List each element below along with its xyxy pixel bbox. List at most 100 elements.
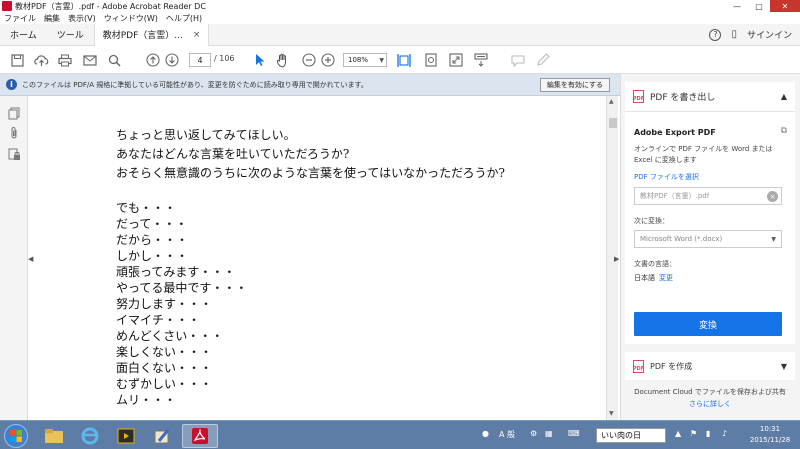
minimize-button[interactable]: —: [726, 0, 748, 12]
tab-tools[interactable]: ツール: [47, 24, 94, 46]
media-player-taskbar-icon[interactable]: [108, 424, 144, 448]
pdf-file-icon: PDF: [633, 90, 644, 103]
chevron-down-icon: ▼: [771, 235, 776, 243]
chevron-down-icon[interactable]: ▼: [781, 362, 787, 371]
scroll-up-icon[interactable]: ▲: [609, 98, 614, 105]
previous-page-icon[interactable]: [145, 52, 161, 68]
document-text-line: 楽しくない・・・: [116, 345, 213, 359]
acrobat-taskbar-icon[interactable]: [182, 424, 218, 448]
zoom-level-value: 108%: [348, 56, 369, 64]
signin-link[interactable]: サインイン: [747, 28, 792, 41]
maximize-button[interactable]: □: [748, 0, 770, 12]
ime-settings-icon[interactable]: ⚙: [530, 429, 537, 438]
rotate-page-icon[interactable]: [423, 52, 439, 68]
select-cursor-icon[interactable]: [252, 52, 268, 68]
enable-editing-button[interactable]: 編集を有効にする: [539, 78, 610, 92]
system-clock[interactable]: 10:31 2015/11/28: [745, 424, 795, 446]
document-text-line: おそらく無意識のうちに次のような言葉を使ってはいなかっただろうか?: [116, 166, 505, 180]
help-icon[interactable]: ?: [709, 28, 722, 41]
tab-document[interactable]: 教材PDF（言霊）... ×: [93, 23, 210, 46]
save-icon[interactable]: [9, 52, 25, 68]
windows-start-icon[interactable]: [4, 424, 28, 448]
security-lock-icon[interactable]: [7, 148, 21, 162]
search-icon[interactable]: [106, 52, 122, 68]
convert-button[interactable]: 変換: [634, 312, 782, 336]
document-text-line: でも・・・: [116, 201, 177, 215]
pdf-create-icon: PDF: [633, 359, 644, 373]
scroll-down-icon[interactable]: ▼: [609, 410, 614, 417]
document-text-line: ちょっと思い返してみてほしい。: [116, 128, 296, 142]
select-pdf-file-link[interactable]: PDF ファイルを選択: [634, 172, 699, 182]
show-hidden-icons[interactable]: ▲: [675, 429, 681, 438]
network-icon[interactable]: ▮: [706, 429, 710, 438]
convert-to-label: 次に変換：: [634, 217, 669, 225]
internet-explorer-taskbar-icon[interactable]: [72, 424, 108, 448]
page-number-input[interactable]: 4: [189, 53, 211, 67]
document-language-value: 日本語: [634, 274, 655, 282]
upload-cloud-icon[interactable]: [33, 52, 49, 68]
explorer-taskbar-icon[interactable]: [36, 424, 72, 448]
tab-document-label: 教材PDF（言霊）...: [102, 31, 183, 41]
convert-format-select[interactable]: Microsoft Word (*.docx) ▼: [634, 230, 782, 248]
chevron-up-icon[interactable]: ▲: [781, 92, 787, 101]
menu-window[interactable]: ウィンドウ(W): [104, 13, 158, 24]
tray-red-icon[interactable]: ●: [482, 429, 489, 438]
comment-icon[interactable]: [510, 52, 526, 68]
zoom-in-icon[interactable]: [320, 52, 336, 68]
document-text-line: あなたはどんな言葉を吐いていただろうか?: [116, 147, 350, 161]
attachment-icon[interactable]: [7, 126, 21, 140]
document-page: ちょっと思い返してみてほしい。 あなたはどんな言葉を吐いていただろうか? おそら…: [36, 96, 606, 420]
selected-file-field[interactable]: 教材PDF（言霊）.pdf: [634, 187, 782, 205]
tab-close-icon[interactable]: ×: [193, 30, 201, 40]
fit-width-icon[interactable]: [396, 52, 412, 68]
left-panel-toggle-icon[interactable]: ◀: [28, 255, 33, 263]
document-text-line: やってる最中です・・・: [116, 281, 248, 295]
clear-file-icon[interactable]: ×: [767, 191, 778, 202]
right-panel-toggle-icon[interactable]: ▶: [614, 255, 619, 263]
paint-taskbar-icon[interactable]: [144, 424, 180, 448]
document-text-line: ムリ・・・: [116, 393, 177, 407]
menu-view[interactable]: 表示(V): [68, 13, 96, 24]
menu-bar: ファイル 編集 表示(V) ウィンドウ(W) ヘルプ(H): [0, 12, 800, 24]
document-text-line: むずかしい・・・: [116, 377, 213, 391]
scroll-mode-icon[interactable]: [473, 52, 489, 68]
full-screen-icon[interactable]: [448, 52, 464, 68]
volume-icon[interactable]: ♪: [722, 429, 727, 438]
hand-tool-icon[interactable]: [275, 52, 291, 68]
pen-icon[interactable]: [535, 52, 551, 68]
document-text-line: しかし・・・: [116, 249, 189, 263]
export-pdf-header[interactable]: PDF PDF を書き出し ▲: [625, 82, 795, 112]
language-bar-input[interactable]: いい肉の日: [596, 428, 666, 443]
print-icon[interactable]: [57, 52, 73, 68]
document-text-line: 努力します・・・: [116, 297, 213, 311]
clock-time: 10:31: [759, 425, 781, 433]
tools-pane: PDF PDF を書き出し ▲ Adobe Export PDF ⧉ オンライン…: [620, 74, 800, 420]
banner-message: このファイルは PDF/A 規格に準拠している可能性があり、変更を防ぐために読み…: [22, 80, 368, 89]
copy-icon[interactable]: ⧉: [781, 126, 787, 136]
tab-home[interactable]: ホーム: [0, 24, 47, 46]
scrollbar-thumb[interactable]: [609, 118, 617, 128]
mail-icon[interactable]: [82, 52, 98, 68]
menu-edit[interactable]: 編集: [44, 13, 60, 24]
change-language-link[interactable]: 変更: [659, 274, 673, 282]
next-page-icon[interactable]: [164, 52, 180, 68]
phone-icon[interactable]: ▯: [731, 29, 737, 40]
learn-more-link[interactable]: さらに詳しく: [625, 398, 795, 410]
ime-mode-indicator[interactable]: A 般: [499, 429, 515, 440]
menu-file[interactable]: ファイル: [4, 13, 36, 24]
flag-icon[interactable]: ⚑: [690, 429, 697, 438]
close-window-button[interactable]: ✕: [770, 0, 800, 12]
menu-help[interactable]: ヘルプ(H): [166, 13, 202, 24]
create-pdf-header[interactable]: PDF PDF を作成 ▼: [625, 352, 795, 380]
document-text-line: 面白くない・・・: [116, 361, 213, 375]
document-text-line: めんどくさい・・・: [116, 329, 224, 343]
page-thumbnails-icon[interactable]: [7, 106, 21, 120]
zoom-out-icon[interactable]: [301, 52, 317, 68]
title-bar: 教材PDF（言霊）.pdf - Adobe Acrobat Reader DC …: [0, 0, 800, 12]
convert-format-value: Microsoft Word (*.docx): [640, 235, 723, 243]
zoom-level-select[interactable]: 108% ▼: [343, 53, 387, 67]
export-pdf-header-label: PDF を書き出し: [650, 93, 716, 103]
tab-row: ホーム ツール 教材PDF（言霊）... × ? ▯ サインイン: [0, 23, 800, 46]
document-text-line: だって・・・: [116, 217, 188, 231]
ime-tools-icon[interactable]: ▦: [545, 429, 553, 438]
